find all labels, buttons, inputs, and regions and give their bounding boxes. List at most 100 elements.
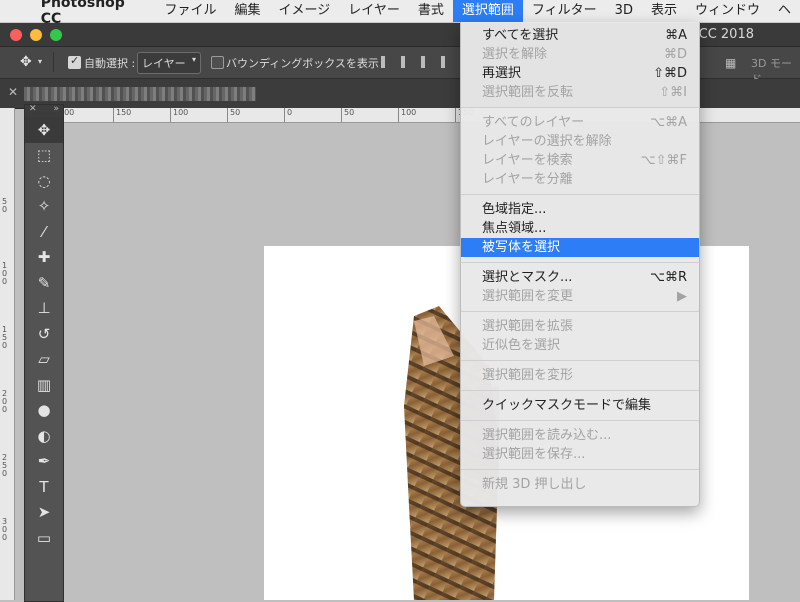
menu-separator [461, 107, 699, 108]
tools-panel-header[interactable]: ✕ » [25, 104, 63, 117]
menu-item-label: クイックマスクモードで編集 [482, 398, 652, 413]
menu-item-label: 選択範囲を変更 [482, 289, 574, 304]
menubar-item[interactable]: レイヤー [339, 0, 409, 22]
align-buttons[interactable] [381, 56, 461, 71]
menu-separator [461, 360, 699, 361]
menu-item: レイヤーを検索 ⌥⇧⌘F [461, 151, 699, 170]
menu-item[interactable]: 色域指定... [461, 200, 699, 219]
menu-item-label: 選択範囲を反転 [482, 85, 574, 100]
blur-tool-icon[interactable]: ● [25, 398, 63, 424]
ruler-tick-label: 3 0 0 [2, 517, 8, 542]
close-window-button[interactable] [10, 29, 22, 41]
mac-menu-bar: Photoshop CC ファイル 編集 イメージ レイヤー 書式 選択範囲 フィルター 3D… [0, 0, 800, 27]
auto-select-target-dropdown[interactable]: レイヤー ▾ [137, 52, 201, 74]
shape-tool-icon[interactable]: ▭ [25, 525, 63, 551]
stamp-tool-icon[interactable]: ⊥ [25, 296, 63, 322]
menubar-item[interactable]: 表示 [642, 0, 686, 22]
move-tool-icon[interactable]: ✥ [25, 117, 63, 143]
close-panel-icon[interactable]: ✕ [29, 104, 37, 114]
ruler-tick-label: 0 [284, 108, 292, 122]
menu-item-label: 色域指定... [482, 202, 547, 217]
menu-item-label: 焦点領域... [482, 221, 547, 236]
menu-item-label: 新規 3D 押し出し [482, 477, 587, 492]
menu-item-shortcut: ⌥⇧⌘F [640, 153, 687, 168]
menu-item: 選択範囲を変更 ▶ [461, 287, 699, 306]
menu-item: 選択範囲を変形 [461, 366, 699, 385]
menu-item[interactable]: クイックマスクモードで編集 [461, 396, 699, 415]
menu-item-label: 選択範囲を変形 [482, 368, 574, 383]
brush-tool-icon[interactable]: ✎ [25, 270, 63, 296]
ruler-tick-label: 2 0 0 [2, 389, 8, 414]
ruler-tick-label: 1 5 0 [2, 325, 8, 350]
menu-item-label: すべてを選択 [482, 28, 559, 43]
vertical-ruler[interactable]: 5 0 1 0 0 1 5 0 2 0 0 2 5 0 3 0 0 [0, 108, 15, 600]
menu-item: 選択範囲を保存... [461, 445, 699, 464]
move-tool-preset-icon[interactable]: ✥ [20, 54, 32, 70]
menu-item: 選択範囲を拡張 [461, 317, 699, 336]
menu-item-label: 再選択 [482, 66, 522, 81]
menu-item-label: すべてのレイヤー [482, 115, 585, 130]
menu-item-shortcut: ⌥⌘R [649, 270, 687, 285]
menu-item[interactable]: 選択とマスク... ⌥⌘R [461, 268, 699, 287]
close-tab-icon[interactable]: ✕ [8, 85, 18, 99]
document-tab-name-blurred[interactable] [24, 87, 256, 101]
chevron-down-icon: ▾ [191, 55, 196, 64]
history-brush-tool-icon[interactable]: ↺ [25, 321, 63, 347]
dodge-tool-icon[interactable]: ◐ [25, 423, 63, 449]
ruler-tick-label: 5 0 [2, 197, 8, 214]
menu-item[interactable]: 被写体を選択 [461, 238, 699, 257]
menu-separator [461, 469, 699, 470]
menu-item-label: 選択範囲を拡張 [482, 319, 574, 334]
bounding-box-label: バウンディングボックスを表示 [226, 57, 379, 70]
minimize-window-button[interactable] [30, 29, 42, 41]
menu-item-label: 被写体を選択 [482, 240, 561, 255]
ruler-tick-label: 100 [398, 108, 416, 122]
menu-separator [461, 262, 699, 263]
ruler-tick-label: 1 0 0 [2, 261, 8, 286]
pen-tool-icon[interactable]: ✒ [25, 449, 63, 475]
menu-item: レイヤーを分離 [461, 170, 699, 189]
tools-panel: ✕ » ✥ ⬚ ◌ ✧ ⁄ ✚ ✎ ⊥ ↺ ▱ ▥ ● ◐ ✒ T ➤ ▭ [24, 104, 64, 602]
window-title: CC 2018 [698, 27, 754, 42]
menu-item-shortcut: ⇧⌘D [653, 66, 687, 81]
menu-item: 選択範囲を反転 ⇧⌘I [461, 83, 699, 102]
bounding-box-checkbox[interactable] [211, 56, 224, 69]
menu-item: レイヤーの選択を解除 [461, 132, 699, 151]
ruler-tick-label: 50 [341, 108, 354, 122]
menu-item[interactable]: 焦点領域... [461, 219, 699, 238]
menubar-item[interactable]: ファイル [155, 0, 225, 22]
marquee-tool-icon[interactable]: ⬚ [25, 143, 63, 169]
menu-item: 選択範囲を読み込む... [461, 426, 699, 445]
menubar-item[interactable]: 書式 [409, 0, 453, 22]
menu-separator [461, 390, 699, 391]
healing-tool-icon[interactable]: ✚ [25, 245, 63, 271]
menu-item[interactable]: 再選択 ⇧⌘D [461, 64, 699, 83]
gradient-tool-icon[interactable]: ▥ [25, 372, 63, 398]
menubar-item[interactable]: イメージ [270, 0, 340, 22]
chevron-down-icon[interactable]: ▾ [38, 57, 42, 66]
eyedropper-tool-icon[interactable]: ⁄ [25, 219, 63, 245]
menu-separator [461, 194, 699, 195]
tool-list: ✥ ⬚ ◌ ✧ ⁄ ✚ ✎ ⊥ ↺ ▱ ▥ ● ◐ ✒ T ➤ ▭ [25, 117, 63, 551]
lasso-tool-icon[interactable]: ◌ [25, 168, 63, 194]
menu-item[interactable]: すべてを選択 ⌘A [461, 26, 699, 45]
auto-select-checkbox[interactable] [68, 54, 81, 69]
type-tool-icon[interactable]: T [25, 474, 63, 500]
menubar-item[interactable]: フィルター [523, 0, 606, 22]
menubar-item[interactable]: 3D [606, 0, 642, 22]
menubar-item[interactable]: 編集 [226, 0, 270, 22]
menu-item-label: 選択範囲を保存... [482, 447, 586, 462]
magic-wand-tool-icon[interactable]: ✧ [25, 194, 63, 220]
menubar-item[interactable]: ウィンドウ [686, 0, 769, 22]
auto-select-target-value: レイヤー [142, 57, 186, 70]
distribute-icon[interactable]: ▦ [725, 56, 736, 70]
menubar-item[interactable]: ヘ [769, 0, 800, 22]
ruler-tick-label: 200 [64, 108, 74, 122]
eraser-tool-icon[interactable]: ▱ [25, 347, 63, 373]
ruler-tick-label: 150 [113, 108, 131, 122]
menu-separator [461, 420, 699, 421]
path-select-tool-icon[interactable]: ➤ [25, 500, 63, 526]
menubar-item[interactable]: 選択範囲 [452, 0, 523, 22]
expand-panel-icon[interactable]: » [53, 104, 59, 114]
zoom-window-button[interactable] [50, 29, 62, 41]
